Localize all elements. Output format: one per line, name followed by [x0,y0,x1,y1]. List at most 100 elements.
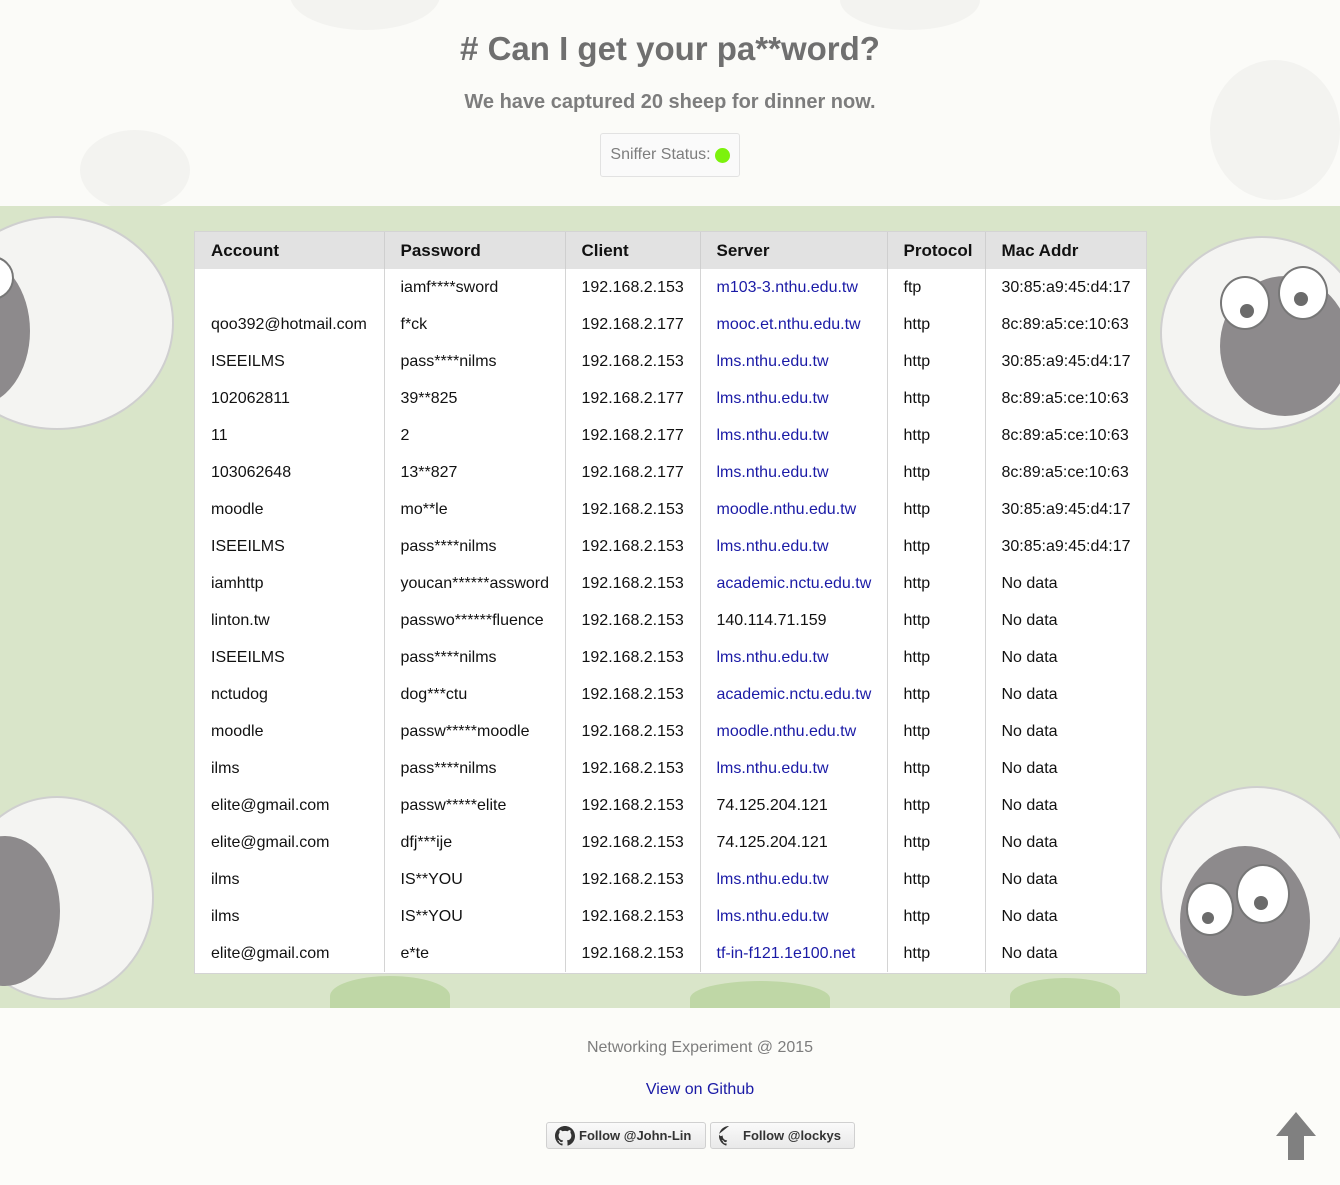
server-link[interactable]: tf-in-f121.1e100.net [699,935,887,972]
server-link[interactable]: lms.nthu.edu.tw [699,861,887,898]
page-title: # Can I get your pa**word? [460,30,880,67]
background-sheep-decoration [80,130,190,210]
page-header: # Can I get your pa**word? We have captu… [0,0,1340,210]
password-cell: iamf****sword [383,269,565,306]
client-cell: 192.168.2.177 [564,306,700,343]
github-icon [555,1125,575,1146]
account-cell: moodle [211,500,264,518]
sheep-illustration [1160,236,1340,476]
follow-lockys-button[interactable]: Follow @lockys [710,1122,855,1149]
account-cell: ISEEILMS [211,537,285,555]
password-cell: IS**YOU [383,898,565,935]
mac-addr-cell: 8c:89:a5:ce:10:63 [984,417,1146,454]
server-link[interactable]: academic.nctu.edu.tw [699,676,887,713]
page-subtitle: We have captured 20 sheep for dinner now… [464,91,876,113]
background-sheep-decoration [290,0,440,30]
account-cell: ilms [211,907,240,925]
password-cell: youcan******assword [383,565,565,602]
mac-addr-cell: 8c:89:a5:ce:10:63 [984,380,1146,417]
server-link[interactable]: lms.nthu.edu.tw [699,898,887,935]
protocol-cell: http [886,528,985,565]
footer-note: Networking Experiment @ 2015 [586,1039,814,1056]
view-on-github-link[interactable]: View on Github [0,1081,1340,1099]
server-link[interactable]: academic.nctu.edu.tw [699,565,887,602]
protocol-cell: http [886,676,985,713]
server-cell: 140.114.71.159 [699,602,887,639]
client-cell: 192.168.2.153 [564,602,700,639]
sniffer-status-label: Sniffer Status: [610,146,711,163]
server-link[interactable]: m103-3.nthu.edu.tw [699,269,887,306]
mac-addr-cell: No data [984,713,1146,750]
password-cell: dfj***ije [383,824,565,861]
client-cell: 192.168.2.153 [564,713,700,750]
password-cell: IS**YOU [383,861,565,898]
mac-addr-cell: 30:85:a9:45:d4:17 [984,269,1146,306]
table-row: moodle passw*****moodle 192.168.2.153 moodl… [195,713,1146,750]
table-row: elite@gmail.com e*te 192.168.2.153 tf-in-f1… [195,935,1146,972]
protocol-cell: http [886,343,985,380]
account-cell: 11 [211,426,228,444]
account-cell: elite@gmail.com [211,796,330,814]
up-arrow-icon[interactable] [1276,1112,1316,1160]
password-cell: 13**827 [383,454,565,491]
server-link[interactable]: lms.nthu.edu.tw [699,380,887,417]
client-cell: 192.168.2.153 [564,824,700,861]
client-cell: 192.168.2.153 [564,898,700,935]
table-row: ISEEILMS pass****nilms 192.168.2.153 lms.nt… [195,639,1146,676]
table-header-row: Account Password Client Server Protocol … [195,232,1146,269]
account-cell: iamhttp [211,574,264,592]
background-sheep-decoration [840,0,980,30]
follow-button-label: Follow @John-Lin [579,1128,692,1143]
account-cell: nctudog [211,685,268,703]
client-cell: 192.168.2.153 [564,750,700,787]
table-row: 102062811 39**825 192.168.2.177 lms.nthu.ed… [195,380,1146,417]
password-cell: 39**825 [383,380,565,417]
server-link[interactable]: mooc.et.nthu.edu.tw [699,306,887,343]
grass-decoration [690,981,830,1008]
protocol-cell: http [886,306,985,343]
protocol-cell: http [886,787,985,824]
server-link[interactable]: moodle.nthu.edu.tw [699,491,887,528]
mac-addr-cell: No data [984,898,1146,935]
client-cell: 192.168.2.153 [564,565,700,602]
follow-john-lin-button[interactable]: Follow @John-Lin [546,1122,706,1149]
password-cell: pass****nilms [383,343,565,380]
password-cell: 2 [383,417,565,454]
account-cell: linton.tw [211,611,270,629]
sheep-illustration [0,796,160,1008]
server-link[interactable]: lms.nthu.edu.tw [699,417,887,454]
status-indicator-icon [714,147,730,163]
background-sheep-decoration [1210,60,1340,200]
table-row: linton.tw passwo******fluence 192.168.2.15… [195,602,1146,639]
protocol-cell: http [886,750,985,787]
client-cell: 192.168.2.177 [564,417,700,454]
table-row: qoo392@hotmail.com f*ck 192.168.2.177 mooc.… [195,306,1146,343]
protocol-cell: http [886,861,985,898]
table-row: moodle mo**le 192.168.2.153 moodle.nthu.edu… [195,491,1146,528]
server-link[interactable]: moodle.nthu.edu.tw [699,713,887,750]
column-header-client: Client [564,232,700,269]
server-link[interactable]: lms.nthu.edu.tw [699,750,887,787]
server-link[interactable]: lms.nthu.edu.tw [699,639,887,676]
password-cell: passw*****moodle [383,713,565,750]
server-link[interactable]: lms.nthu.edu.tw [699,454,887,491]
sheep-illustration [1150,786,1340,1008]
protocol-cell: http [886,713,985,750]
protocol-cell: http [886,454,985,491]
table-body: iamf****sword 192.168.2.153 m103-3.nthu.ed… [195,269,1146,972]
account-cell [195,269,384,306]
server-link[interactable]: lms.nthu.edu.tw [699,343,887,380]
mac-addr-cell: No data [984,602,1146,639]
protocol-cell: http [886,935,985,972]
table-row: nctudog dog***ctu 192.168.2.153 academic.nc… [195,676,1146,713]
follow-button-label: Follow @lockys [743,1128,841,1143]
column-header-server: Server [699,232,887,269]
password-cell: f*ck [383,306,565,343]
account-cell: 102062811 [211,389,290,407]
table-row: ilms IS**YOU 192.168.2.153 lms.nthu.edu.tw h… [195,898,1146,935]
client-cell: 192.168.2.153 [564,269,700,306]
mac-addr-cell: 8c:89:a5:ce:10:63 [984,454,1146,491]
mac-addr-cell: No data [984,750,1146,787]
account-cell: qoo392@hotmail.com [211,315,367,333]
server-link[interactable]: lms.nthu.edu.tw [699,528,887,565]
